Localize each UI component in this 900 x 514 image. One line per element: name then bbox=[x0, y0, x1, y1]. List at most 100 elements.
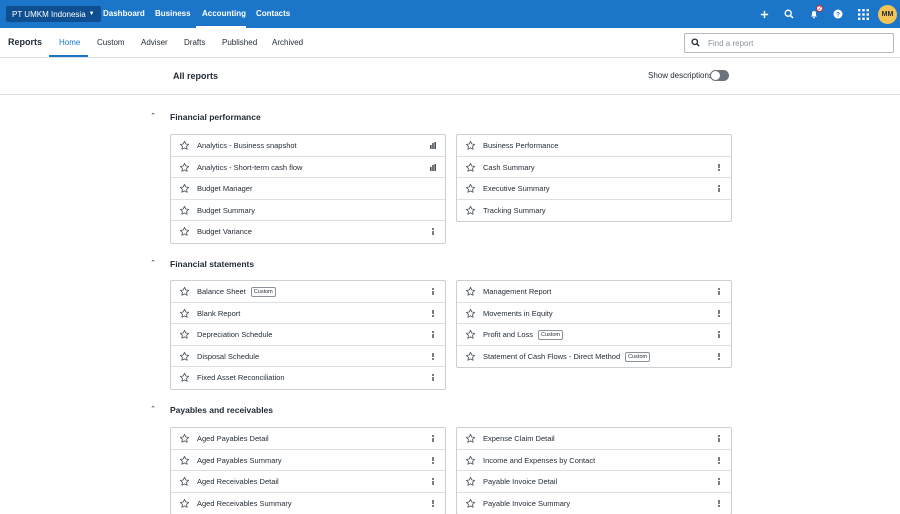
star-icon[interactable] bbox=[179, 498, 190, 509]
nav-dashboard[interactable]: Dashboard bbox=[103, 0, 145, 28]
report-name[interactable]: Balance Sheet Custom bbox=[197, 281, 276, 302]
report-row[interactable]: Profit and Loss Custom bbox=[457, 324, 731, 346]
star-icon[interactable] bbox=[465, 286, 476, 297]
report-search[interactable] bbox=[684, 33, 894, 53]
more-options-icon[interactable] bbox=[716, 433, 722, 444]
more-options-icon[interactable] bbox=[716, 162, 722, 173]
collapse-chevron-icon[interactable]: ⌃ bbox=[149, 113, 157, 121]
report-row[interactable]: Aged Receivables Detail bbox=[171, 471, 445, 493]
star-icon[interactable] bbox=[465, 183, 476, 194]
star-icon[interactable] bbox=[465, 351, 476, 362]
report-row[interactable]: Cash Summary bbox=[457, 157, 731, 178]
more-options-icon[interactable] bbox=[430, 329, 436, 340]
report-name[interactable]: Cash Summary bbox=[483, 157, 535, 178]
star-icon[interactable] bbox=[179, 308, 190, 319]
report-name[interactable]: Depreciation Schedule bbox=[197, 324, 272, 345]
report-name[interactable]: Expense Claim Detail bbox=[483, 428, 555, 449]
report-name[interactable]: Analytics - Business snapshot bbox=[197, 135, 297, 156]
report-row[interactable]: Budget Manager bbox=[171, 178, 445, 200]
report-row[interactable]: Management Report bbox=[457, 281, 731, 303]
more-options-icon[interactable] bbox=[430, 372, 436, 383]
more-options-icon[interactable] bbox=[716, 308, 722, 319]
more-options-icon[interactable] bbox=[430, 308, 436, 319]
tab-adviser[interactable]: Adviser bbox=[141, 28, 168, 57]
star-icon[interactable] bbox=[179, 286, 190, 297]
report-name[interactable]: Budget Manager bbox=[197, 178, 252, 199]
apps-grid-icon[interactable] bbox=[857, 8, 869, 20]
report-name[interactable]: Disposal Schedule bbox=[197, 346, 259, 367]
search-input[interactable] bbox=[708, 38, 878, 48]
more-options-icon[interactable] bbox=[716, 329, 722, 340]
search-icon[interactable] bbox=[783, 8, 795, 20]
star-icon[interactable] bbox=[179, 329, 190, 340]
report-row[interactable]: Tracking Summary bbox=[457, 200, 731, 222]
report-name[interactable]: Tracking Summary bbox=[483, 200, 546, 221]
star-icon[interactable] bbox=[179, 433, 190, 444]
report-row[interactable]: Business Performance bbox=[457, 135, 731, 157]
more-options-icon[interactable] bbox=[716, 351, 722, 362]
plus-icon[interactable] bbox=[758, 8, 770, 20]
report-row[interactable]: Analytics - Short-term cash flow bbox=[171, 157, 445, 178]
report-name[interactable]: Payable Invoice Detail bbox=[483, 471, 557, 492]
star-icon[interactable] bbox=[465, 162, 476, 173]
report-name[interactable]: Income and Expenses by Contact bbox=[483, 450, 595, 471]
star-icon[interactable] bbox=[465, 498, 476, 509]
user-avatar[interactable]: MM bbox=[878, 5, 897, 24]
report-name[interactable]: Movements in Equity bbox=[483, 303, 553, 324]
star-icon[interactable] bbox=[465, 329, 476, 340]
more-options-icon[interactable] bbox=[716, 498, 722, 509]
tab-published[interactable]: Published bbox=[222, 28, 257, 57]
tab-home[interactable]: Home bbox=[59, 28, 80, 57]
report-row[interactable]: Aged Payables Summary bbox=[171, 450, 445, 471]
report-row[interactable]: Income and Expenses by Contact bbox=[457, 450, 731, 471]
report-row[interactable]: Balance Sheet Custom bbox=[171, 281, 445, 303]
star-icon[interactable] bbox=[179, 372, 190, 383]
star-icon[interactable] bbox=[465, 476, 476, 487]
star-icon[interactable] bbox=[465, 433, 476, 444]
report-name[interactable]: Budget Variance bbox=[197, 221, 252, 242]
star-icon[interactable] bbox=[465, 140, 476, 151]
report-name[interactable]: Payable Invoice Summary bbox=[483, 493, 570, 514]
star-icon[interactable] bbox=[465, 308, 476, 319]
star-icon[interactable] bbox=[179, 455, 190, 466]
more-options-icon[interactable] bbox=[430, 286, 436, 297]
report-row[interactable]: Payable Invoice Detail bbox=[457, 471, 731, 493]
report-name[interactable]: Executive Summary bbox=[483, 178, 550, 199]
star-icon[interactable] bbox=[179, 476, 190, 487]
more-options-icon[interactable] bbox=[430, 498, 436, 509]
more-options-icon[interactable] bbox=[430, 226, 436, 237]
star-icon[interactable] bbox=[465, 205, 476, 216]
report-row[interactable]: Movements in Equity bbox=[457, 303, 731, 324]
more-options-icon[interactable] bbox=[430, 433, 436, 444]
more-options-icon[interactable] bbox=[716, 183, 722, 194]
collapse-chevron-icon[interactable]: ⌃ bbox=[149, 406, 157, 414]
report-name[interactable]: Management Report bbox=[483, 281, 551, 302]
more-options-icon[interactable] bbox=[430, 455, 436, 466]
more-options-icon[interactable] bbox=[430, 476, 436, 487]
report-row[interactable]: Depreciation Schedule bbox=[171, 324, 445, 346]
report-name[interactable]: Analytics - Short-term cash flow bbox=[197, 157, 302, 178]
report-row[interactable]: Statement of Cash Flows - Direct Method C… bbox=[457, 346, 731, 368]
collapse-chevron-icon[interactable]: ⌃ bbox=[149, 260, 157, 268]
report-row[interactable]: Aged Payables Detail bbox=[171, 428, 445, 450]
star-icon[interactable] bbox=[179, 226, 190, 237]
more-options-icon[interactable] bbox=[716, 455, 722, 466]
report-row[interactable]: Budget Variance bbox=[171, 221, 445, 243]
report-name[interactable]: Business Performance bbox=[483, 135, 558, 156]
star-icon[interactable] bbox=[179, 205, 190, 216]
tab-custom[interactable]: Custom bbox=[97, 28, 125, 57]
report-row[interactable]: Fixed Asset Reconciliation bbox=[171, 367, 445, 389]
report-name[interactable]: Fixed Asset Reconciliation bbox=[197, 367, 285, 388]
nav-accounting[interactable]: Accounting bbox=[202, 0, 246, 28]
help-icon[interactable]: ? bbox=[832, 8, 844, 20]
star-icon[interactable] bbox=[465, 455, 476, 466]
report-name[interactable]: Budget Summary bbox=[197, 200, 255, 221]
report-row[interactable]: Analytics - Business snapshot bbox=[171, 135, 445, 157]
report-name[interactable]: Aged Payables Detail bbox=[197, 428, 269, 449]
more-options-icon[interactable] bbox=[716, 476, 722, 487]
report-name[interactable]: Statement of Cash Flows - Direct Method C… bbox=[483, 346, 651, 367]
show-descriptions-toggle[interactable] bbox=[710, 70, 729, 81]
report-row[interactable]: Expense Claim Detail bbox=[457, 428, 731, 450]
star-icon[interactable] bbox=[179, 351, 190, 362]
organisation-switcher[interactable]: PT UMKM Indonesia ▼ bbox=[6, 6, 101, 22]
